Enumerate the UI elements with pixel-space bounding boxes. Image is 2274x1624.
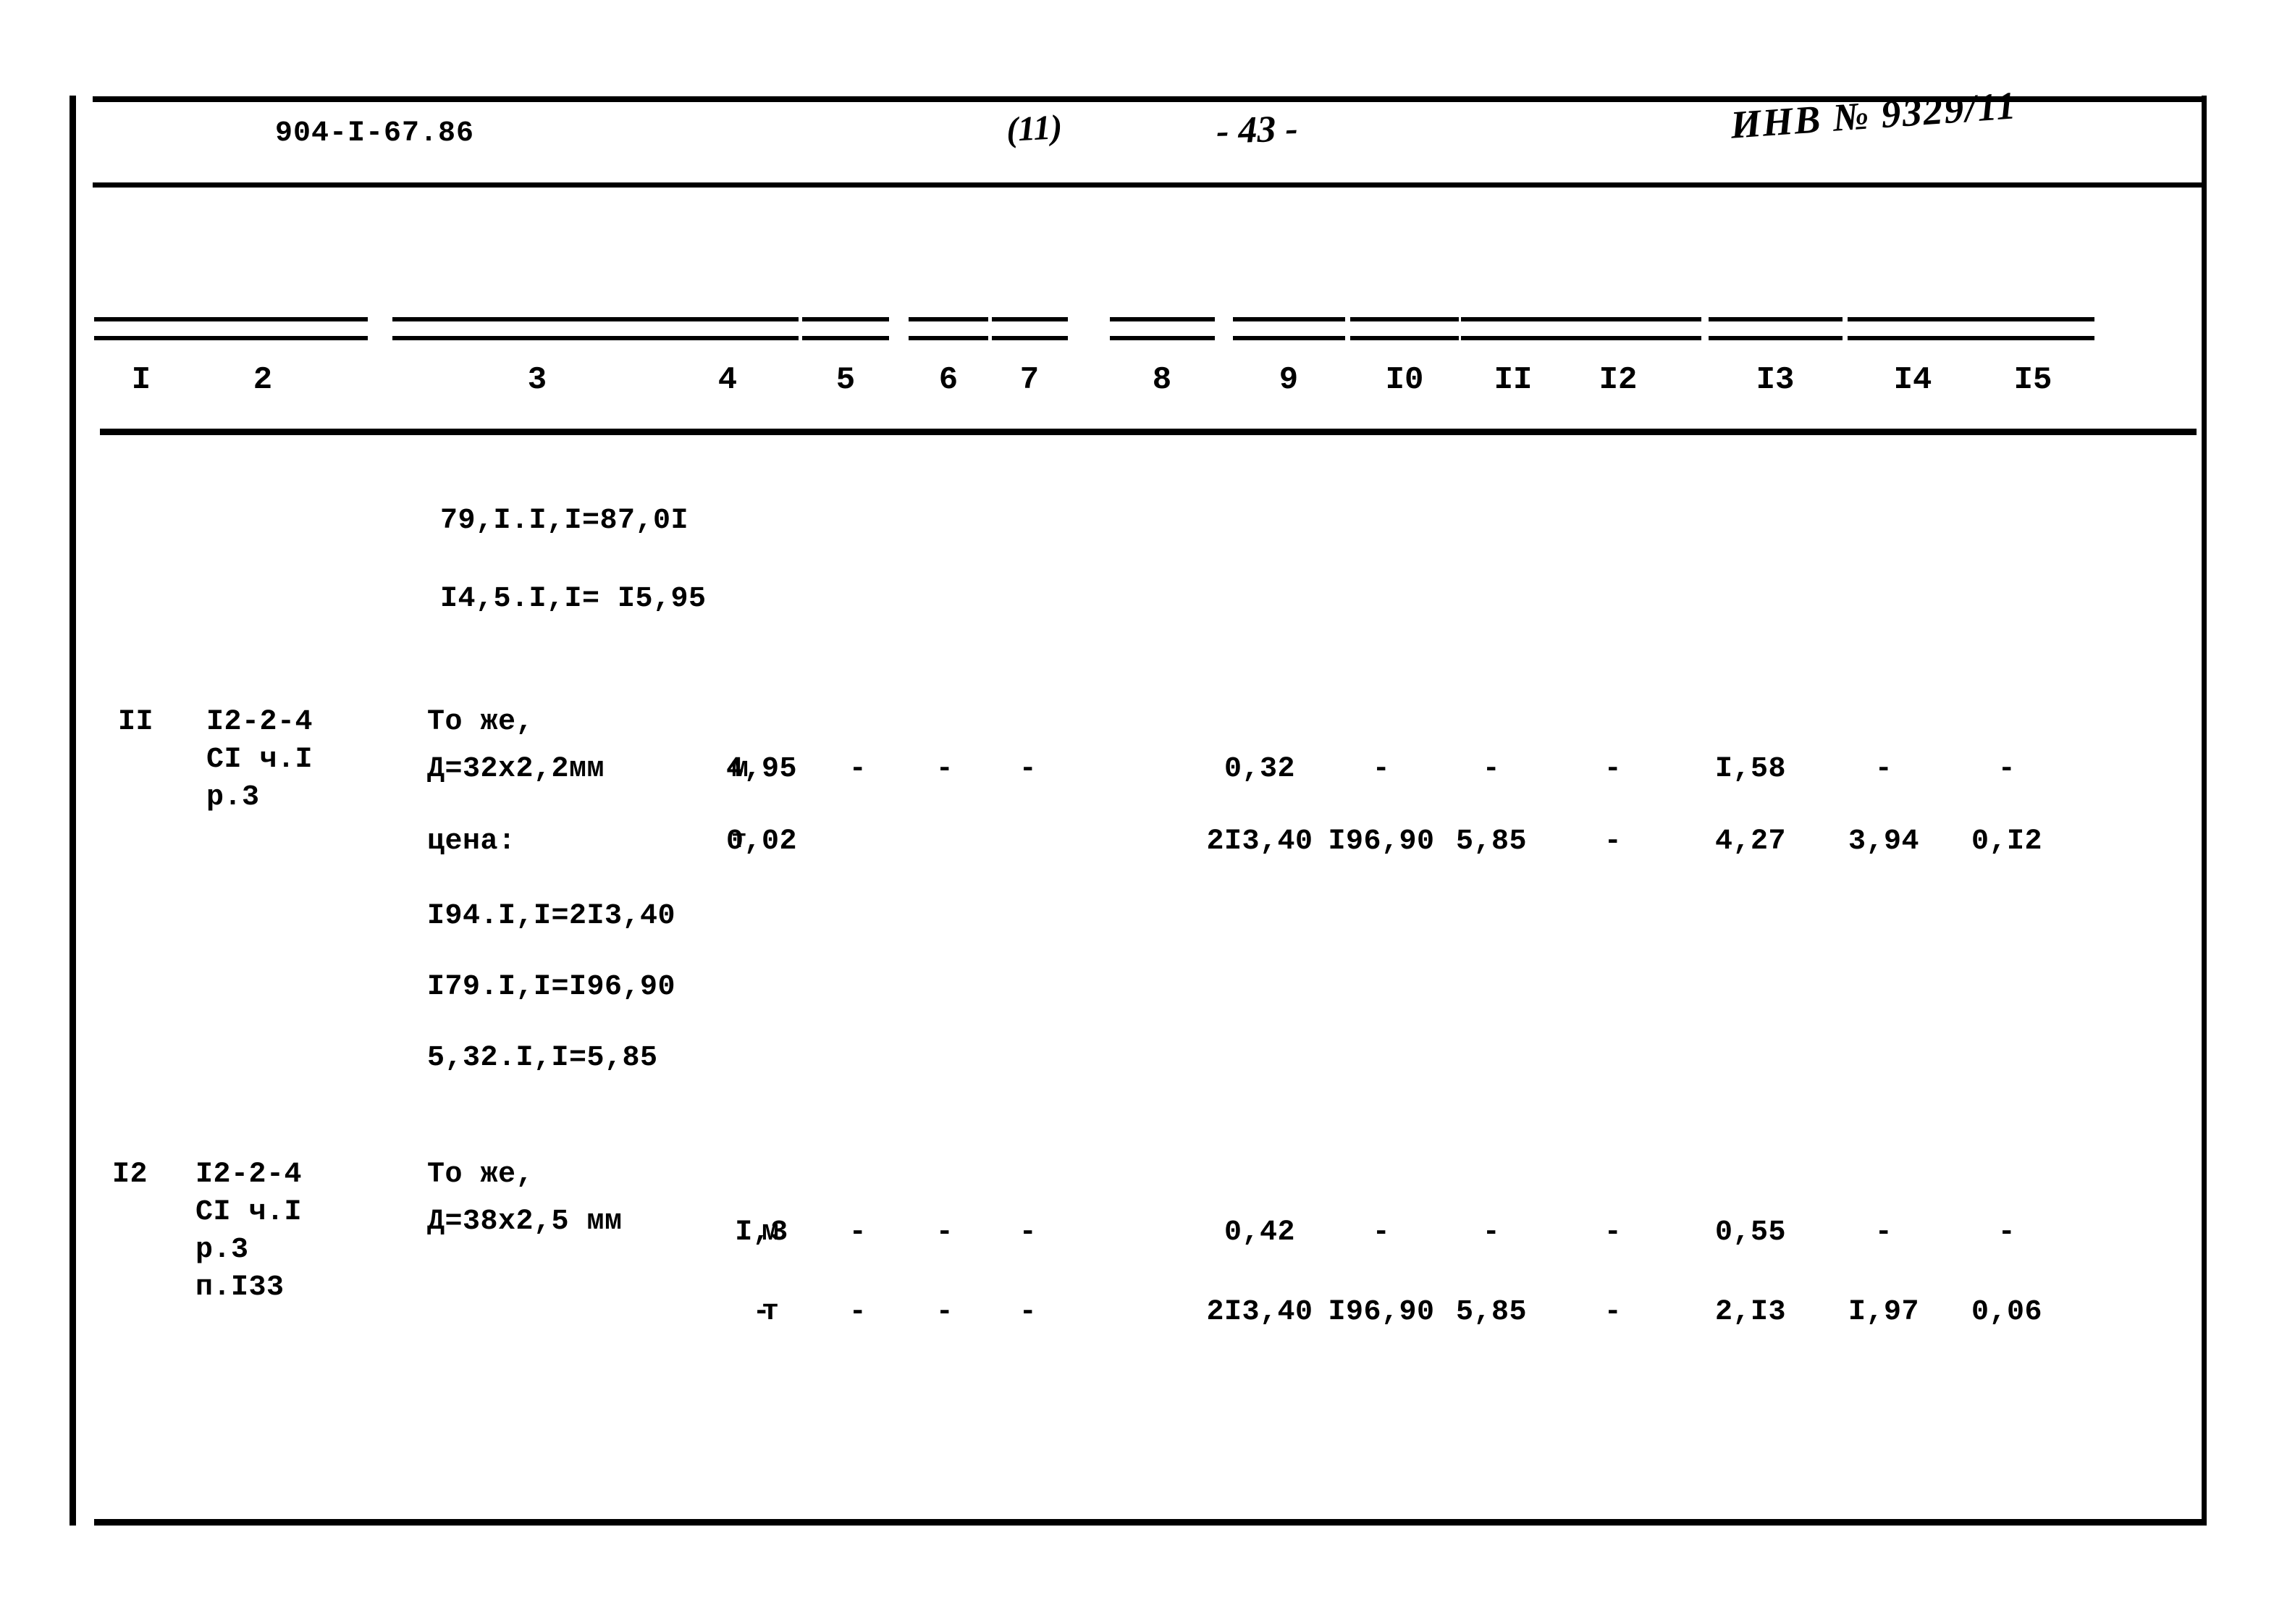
- column-rule-dash: [1848, 336, 1978, 340]
- row-price-c7: -: [1019, 1296, 1037, 1329]
- column-rule-dash: [657, 317, 799, 321]
- row-position-number: II: [118, 706, 154, 739]
- handwritten-page-mark: (11): [1005, 108, 1064, 149]
- column-rule-dash: [1971, 317, 2094, 321]
- row-name-line: Д=38х2,5 мм: [427, 1206, 623, 1238]
- column-rule-dash: [1708, 317, 1843, 321]
- row-reference-line: I2-2-4: [195, 1158, 303, 1191]
- column-rule-dash: [657, 336, 799, 340]
- row-formula-line: 5,32.I,I=5,85: [427, 1042, 658, 1074]
- row-reference-line: I2-2-4: [206, 706, 313, 739]
- column-number-I5: I5: [2013, 362, 2052, 398]
- row-reference-line: п.I33: [195, 1271, 285, 1304]
- row-name-line: То же,: [427, 1158, 534, 1191]
- row-price-c15: 0,06: [1971, 1296, 2042, 1329]
- column-number-5: 5: [835, 362, 856, 398]
- column-number-I: I: [131, 362, 151, 398]
- column-rule-dash: [802, 317, 889, 321]
- handwritten-inventory-number: ИНВ № 9329/11: [1729, 83, 2019, 147]
- column-rule-dash: [909, 317, 988, 321]
- row-formula-line: I79.I,I=I96,90: [427, 971, 676, 1004]
- row-reference-line: CI ч.I: [195, 1196, 303, 1229]
- row-reference-line: р.3: [195, 1234, 249, 1266]
- scanned-page: 904-I-67.86 (11) - 43 - ИНВ № 9329/11 I2…: [0, 0, 2274, 1624]
- continued-formula-line: 79,I.I,I=87,0I: [440, 505, 689, 537]
- column-rule-dash: [1848, 317, 1978, 321]
- column-rule-dash: [1708, 336, 1843, 340]
- column-number-4: 4: [717, 362, 738, 398]
- column-rule-dash: [1109, 317, 1215, 321]
- row-position-number: I2: [112, 1158, 148, 1191]
- column-rule-dash: [158, 336, 368, 340]
- page-border-left: [70, 96, 76, 1526]
- column-rule-dash: [1232, 336, 1345, 340]
- row-reference-line: р.3: [206, 781, 260, 814]
- column-rule-dash: [392, 336, 682, 340]
- column-number-I0: I0: [1385, 362, 1424, 398]
- row-reference-line: CI ч.I: [206, 744, 313, 776]
- page-border-right: [2202, 96, 2207, 1526]
- column-number-I2: I2: [1599, 362, 1638, 398]
- column-number-3: 3: [527, 362, 547, 398]
- column-rule-dash: [909, 336, 988, 340]
- row-name-line: То же,: [427, 706, 534, 739]
- continued-formula-line: I4,5.I,I= I5,95: [440, 583, 707, 615]
- row-value-c12: -: [1604, 753, 1622, 786]
- column-number-8: 8: [1152, 362, 1172, 398]
- column-rule-dash: [1232, 317, 1345, 321]
- column-rule-dash: [991, 336, 1068, 340]
- row-price-c4: 0,02: [725, 825, 797, 858]
- row-price-c15: 0,I2: [1971, 825, 2042, 858]
- row-formula-line: I94.I,I=2I3,40: [427, 900, 676, 933]
- row-value-c15: -: [1997, 1216, 2016, 1249]
- column-number-I4: I4: [1893, 362, 1932, 398]
- column-number-I3: I3: [1756, 362, 1795, 398]
- column-number-2: 2: [253, 362, 273, 398]
- table-top-rule: [93, 182, 2203, 188]
- row-name-line: Д=32х2,2мм: [427, 753, 605, 786]
- column-rule-dash: [1350, 336, 1459, 340]
- handwritten-page-number: - 43 -: [1216, 108, 1299, 152]
- column-rule-dash: [392, 317, 682, 321]
- column-rule-dash: [1109, 336, 1215, 340]
- row-value-c7: -: [1019, 1216, 1037, 1249]
- row-price-c12: -: [1604, 825, 1622, 858]
- row-value-c7: -: [1019, 753, 1037, 786]
- column-rule-dash: [991, 317, 1068, 321]
- row-price-c12: -: [1604, 1296, 1622, 1329]
- column-rule-dash: [1535, 336, 1701, 340]
- column-number-9: 9: [1279, 362, 1299, 398]
- column-rule-dash: [1350, 317, 1459, 321]
- column-rule-dash: [158, 317, 368, 321]
- column-header-rule: [100, 429, 2197, 435]
- column-rule-dash: [1971, 336, 2094, 340]
- column-rule-dash: [1535, 317, 1701, 321]
- document-code: 904-I-67.86: [275, 117, 475, 150]
- row-price-label: цена:: [427, 825, 516, 858]
- page-border-bottom: [94, 1519, 2204, 1526]
- row-value-c15: -: [1997, 753, 2016, 786]
- row-value-c12: -: [1604, 1216, 1622, 1249]
- column-rule-dash: [802, 336, 889, 340]
- column-number-II: II: [1494, 362, 1533, 398]
- column-number-7: 7: [1019, 362, 1040, 398]
